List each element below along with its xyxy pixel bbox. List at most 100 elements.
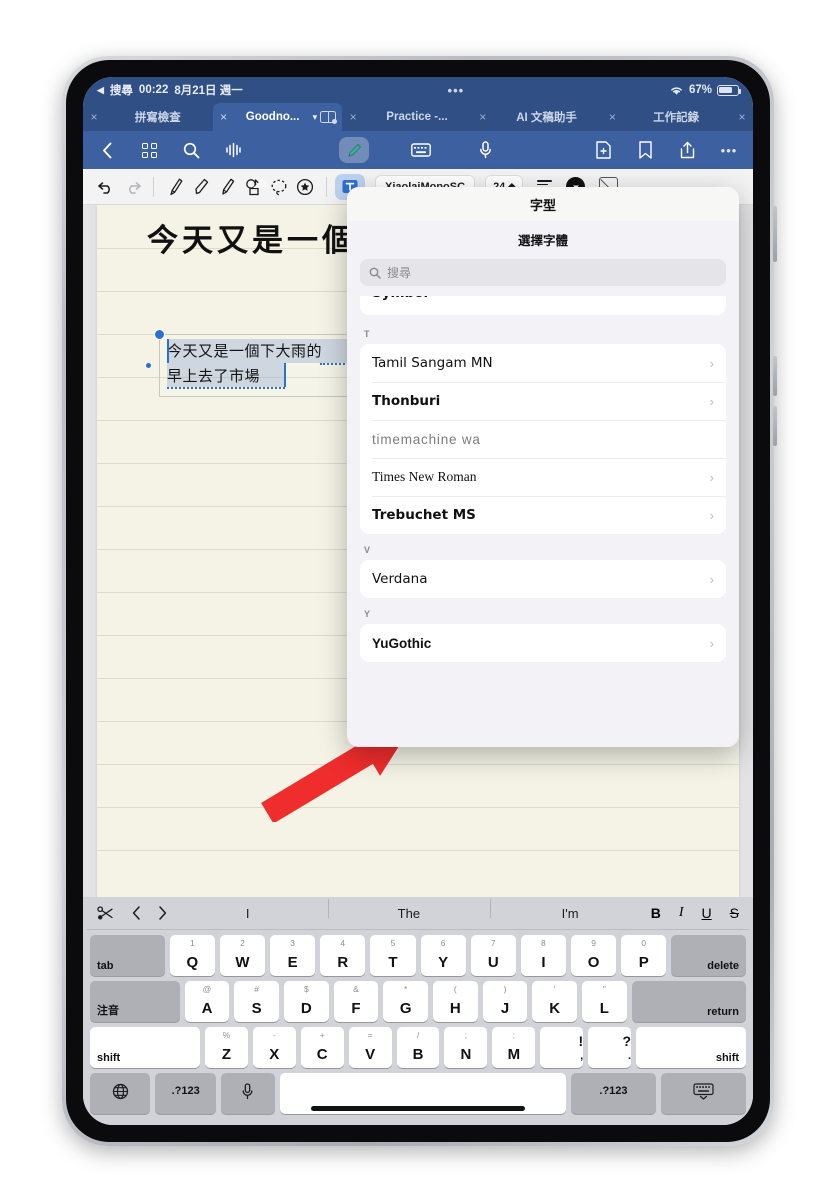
key-w[interactable]: 2W — [219, 935, 266, 976]
share-icon[interactable] — [675, 138, 699, 162]
key-l[interactable]: " L — [582, 981, 627, 1022]
dismiss-keyboard-icon[interactable] — [660, 1073, 747, 1114]
close-icon[interactable]: × — [731, 103, 753, 131]
pen-tool-icon[interactable] — [162, 174, 188, 200]
key-k[interactable]: ' K — [532, 981, 578, 1022]
key-e[interactable]: 3E — [270, 935, 316, 976]
eraser-tool-icon[interactable] — [188, 174, 214, 200]
chevron-left-icon[interactable] — [132, 906, 141, 920]
power-button[interactable] — [773, 206, 777, 262]
font-list[interactable]: Symbol T Tamil Sangam MN › Thonburi — [347, 296, 739, 747]
font-row-thonburi[interactable]: Thonburi › — [360, 382, 726, 420]
close-icon[interactable]: × — [601, 110, 623, 124]
tab-ai-writing-assistant[interactable]: × AI 文稿助手 — [472, 103, 602, 131]
underline-button[interactable]: U — [702, 905, 712, 921]
new-page-icon[interactable] — [591, 138, 615, 162]
chevron-right-icon[interactable]: › — [710, 508, 714, 523]
key-q[interactable]: 1Q — [169, 935, 215, 976]
font-row-trebuchet-ms[interactable]: Trebuchet MS › — [360, 496, 726, 534]
tab-spell-check[interactable]: × 拼寫檢查 — [83, 103, 213, 131]
font-row-yugothic[interactable]: YuGothic › — [360, 624, 726, 662]
chevron-right-icon[interactable]: › — [710, 356, 714, 371]
tab-work-log[interactable]: × 工作記錄 — [601, 103, 731, 131]
font-row-times-new-roman[interactable]: Times New Roman › — [360, 458, 726, 496]
chevron-right-icon[interactable]: › — [710, 636, 714, 651]
cut-scissors-icon[interactable] — [97, 905, 115, 921]
key-n[interactable]: ; N — [444, 1027, 488, 1068]
prediction-candidate-2[interactable]: The — [328, 898, 489, 921]
key-c[interactable]: + C — [300, 1027, 344, 1068]
key-exclam-comma[interactable]: !, — [540, 1027, 584, 1068]
redo-icon[interactable] — [119, 174, 145, 200]
close-icon[interactable]: × — [472, 110, 494, 124]
selection-handle-top-left[interactable] — [154, 329, 165, 340]
search-input[interactable]: 搜尋 — [360, 259, 726, 286]
key-f[interactable]: & F — [333, 981, 379, 1022]
undo-icon[interactable] — [93, 174, 119, 200]
resize-grip-dot[interactable] — [146, 363, 151, 368]
font-row-timemachine-wa[interactable]: timemachine wa — [360, 420, 726, 458]
selection-caret-start[interactable] — [167, 339, 169, 363]
key-zhuyin-input[interactable]: 注音 — [90, 981, 180, 1022]
font-row-verdana[interactable]: Verdana › — [360, 560, 726, 598]
key-g[interactable]: * G — [383, 981, 429, 1022]
key-x[interactable]: -X — [252, 1027, 296, 1068]
key-d[interactable]: $ D — [284, 981, 329, 1022]
chevron-down-icon[interactable]: ▾ — [313, 112, 321, 123]
key-numeric-right[interactable]: .?123 — [570, 1073, 656, 1114]
key-a[interactable]: @ A — [184, 981, 230, 1022]
key-y[interactable]: 6Y — [420, 935, 466, 976]
key-return[interactable]: return — [631, 981, 746, 1022]
key-o[interactable]: 9O — [570, 935, 617, 976]
key-delete[interactable]: delete — [671, 935, 747, 976]
bookmark-icon[interactable] — [633, 138, 657, 162]
key-s[interactable]: # S — [234, 981, 279, 1022]
highlighter-tool-icon[interactable] — [214, 174, 240, 200]
key-tab[interactable]: tab — [90, 935, 165, 976]
split-view-icon[interactable] — [320, 111, 338, 124]
tab-goodnotes[interactable]: × Goodno... ▾ — [212, 103, 343, 131]
globe-icon[interactable] — [90, 1073, 151, 1114]
font-row-symbol[interactable]: Symbol — [360, 296, 726, 315]
key-shift-left[interactable]: shift — [90, 1027, 200, 1068]
key-t[interactable]: 5T — [370, 935, 416, 976]
thumbnails-grid-icon[interactable] — [137, 138, 161, 162]
key-b[interactable]: / B — [396, 1027, 440, 1068]
close-icon[interactable]: × — [83, 110, 105, 124]
status-bar-left[interactable]: ◀ 搜尋 00:22 8月21日 週一 — [97, 82, 243, 98]
chevron-right-icon[interactable]: › — [710, 470, 714, 485]
volume-down-button[interactable] — [773, 406, 777, 446]
key-z[interactable]: % Z — [204, 1027, 248, 1068]
italic-button[interactable]: I — [679, 905, 684, 921]
volume-up-button[interactable] — [773, 356, 777, 396]
microphone-icon[interactable] — [473, 138, 497, 162]
close-icon[interactable]: × — [342, 110, 364, 124]
close-icon[interactable]: × — [213, 110, 235, 124]
key-numeric-left[interactable]: .?123 — [155, 1073, 216, 1114]
key-shift-right[interactable]: shift — [636, 1027, 747, 1068]
chevron-left-icon[interactable] — [95, 138, 119, 162]
strikethrough-button[interactable]: S — [730, 905, 739, 921]
bold-button[interactable]: B — [651, 905, 661, 921]
microphone-icon[interactable] — [220, 1073, 275, 1114]
pen-edit-icon[interactable] — [339, 137, 369, 163]
key-m[interactable]: :M — [492, 1027, 536, 1068]
key-p[interactable]: 0P — [621, 935, 667, 976]
audio-waveform-icon[interactable] — [221, 138, 245, 162]
key-u[interactable]: 7U — [470, 935, 516, 976]
keyboard-icon[interactable] — [409, 138, 433, 162]
sticker-tool-icon[interactable] — [292, 174, 318, 200]
key-h[interactable]: (H — [433, 981, 478, 1022]
tab-practice[interactable]: × Practice -... — [342, 103, 472, 131]
prediction-candidate-3[interactable]: I'm — [489, 898, 651, 921]
key-i[interactable]: 8I — [520, 935, 566, 976]
chevron-right-icon[interactable]: › — [710, 572, 714, 587]
prediction-candidate-1[interactable]: I — [167, 906, 328, 921]
chevron-right-icon[interactable]: › — [710, 394, 714, 409]
more-ellipsis-icon[interactable]: ••• — [717, 138, 741, 162]
home-indicator[interactable] — [311, 1106, 525, 1111]
key-j[interactable]: ) J — [482, 981, 528, 1022]
key-v[interactable]: = V — [348, 1027, 392, 1068]
key-r[interactable]: 4R — [320, 935, 366, 976]
selection-caret-end[interactable] — [284, 363, 286, 387]
